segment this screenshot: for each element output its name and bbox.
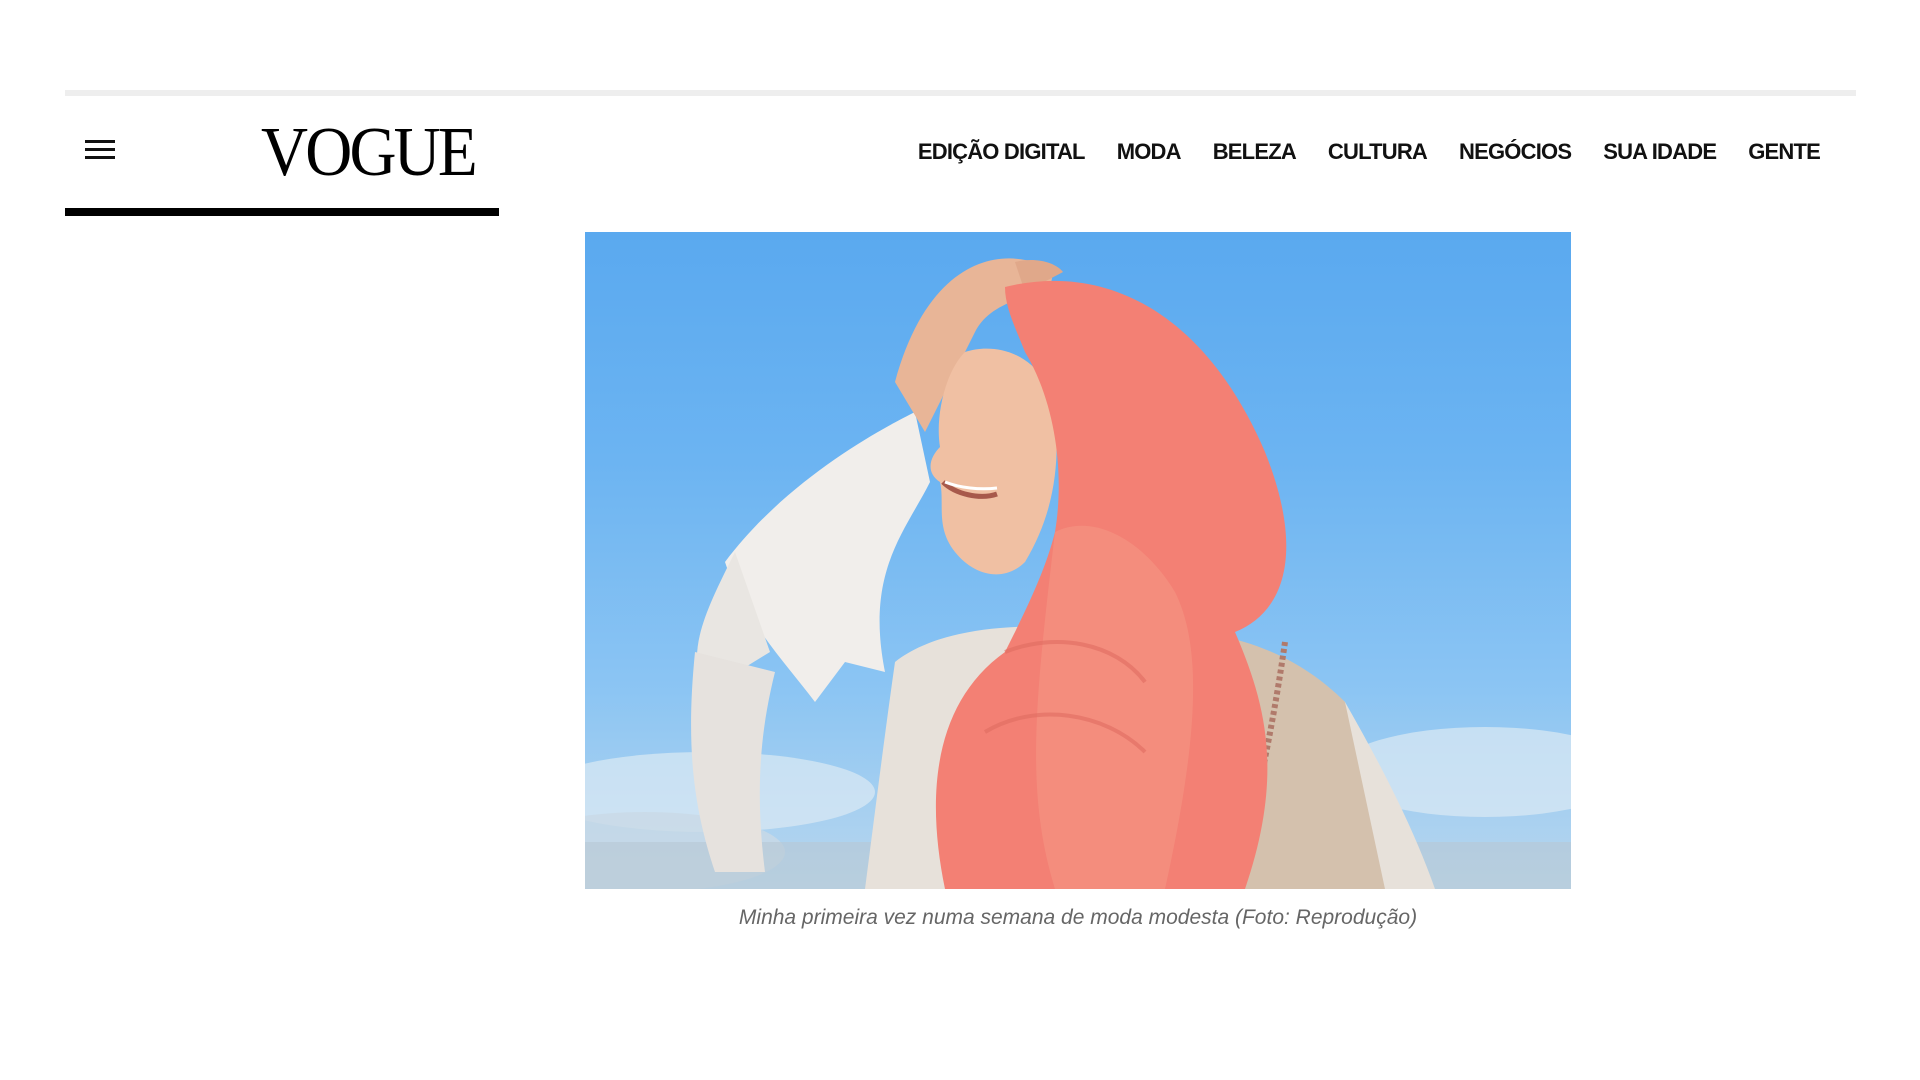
nav-item-edicao-digital[interactable]: EDIÇÃO DIGITAL — [918, 139, 1086, 165]
vogue-logo[interactable]: VOGUE — [261, 118, 478, 188]
page: VOGUE EDIÇÃO DIGITAL MODA BELEZA CULTURA… — [0, 0, 1920, 1080]
nav-item-moda[interactable]: MODA — [1117, 139, 1182, 165]
article-photo-illustration — [585, 258, 1571, 889]
site-header: VOGUE EDIÇÃO DIGITAL MODA BELEZA CULTURA… — [65, 96, 1856, 216]
main-nav: EDIÇÃO DIGITAL MODA BELEZA CULTURA NEGÓC… — [886, 139, 1821, 165]
nav-item-negocios[interactable]: NEGÓCIOS — [1459, 139, 1572, 165]
article-body-cut-off — [580, 1019, 1580, 1027]
hamburger-menu-icon[interactable] — [85, 136, 117, 164]
article-photo — [585, 232, 1571, 889]
image-caption: Minha primeira vez numa semana de moda m… — [738, 906, 1418, 929]
nav-item-cultura[interactable]: CULTURA — [1328, 139, 1428, 165]
logo-underline — [65, 208, 499, 216]
nav-item-beleza[interactable]: BELEZA — [1213, 139, 1297, 165]
nav-item-sua-idade[interactable]: SUA IDADE — [1603, 139, 1717, 165]
nav-item-gente[interactable]: GENTE — [1748, 139, 1821, 165]
